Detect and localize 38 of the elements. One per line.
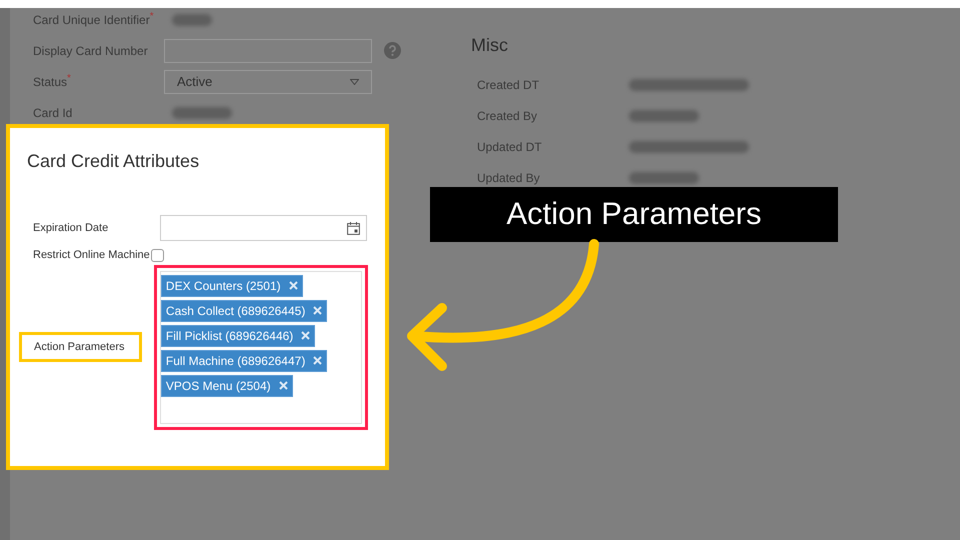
- tag-label: Full Machine (689626447): [166, 352, 306, 370]
- field-label: Created DT: [477, 76, 540, 94]
- callout-label: Action Parameters: [430, 187, 838, 242]
- card-title: Card Credit Attributes: [27, 150, 200, 173]
- blurred-value: [172, 106, 232, 118]
- field-label: Created By: [477, 108, 538, 124]
- input-field[interactable]: [164, 38, 372, 62]
- tag-label: VPOS Menu (2504): [166, 378, 271, 394]
- section-title: Misc: [471, 34, 509, 57]
- tag-input-field[interactable]: DEX Counters (2501) Cash Collect (689626445) Fill Picklist (689626446) Full Machine (689626447) VPOS Menu (2504): [160, 270, 362, 424]
- caret-icon: [350, 78, 359, 84]
- remove-icon[interactable]: [288, 281, 298, 290]
- checkbox[interactable]: [150, 248, 164, 262]
- field-label: Updated By: [477, 170, 541, 186]
- blurred-value: [629, 110, 699, 122]
- field-label: Card Unique Identifier: [33, 12, 150, 28]
- field-label: Status: [33, 74, 68, 90]
- tag-label: Cash Collect (689626445): [166, 302, 306, 320]
- field-label: Restrict Online Machine: [33, 248, 150, 263]
- tag-label: DEX Counters (2501): [166, 278, 281, 294]
- blurred-value: [629, 172, 699, 184]
- remove-icon[interactable]: [301, 331, 310, 340]
- field-label: Expiration Date: [33, 220, 110, 236]
- status-dropdown[interactable]: Active: [164, 70, 372, 94]
- field-label: Updated DT: [477, 138, 543, 156]
- required-asterisk: *: [67, 72, 71, 84]
- tag-label: Fill Picklist (689626446): [166, 328, 294, 344]
- field-label: Card Id: [33, 104, 72, 122]
- date-input[interactable]: [160, 215, 367, 241]
- highlighted-label: Action Parameters: [19, 332, 142, 362]
- remove-icon[interactable]: [313, 306, 322, 315]
- required-asterisk: *: [150, 10, 154, 22]
- remove-icon[interactable]: [313, 356, 322, 365]
- help-icon[interactable]: [384, 42, 401, 59]
- calendar-icon: [347, 222, 360, 234]
- field-label: Display Card Number: [33, 42, 148, 60]
- blurred-value: [172, 14, 212, 26]
- remove-icon[interactable]: [278, 381, 288, 390]
